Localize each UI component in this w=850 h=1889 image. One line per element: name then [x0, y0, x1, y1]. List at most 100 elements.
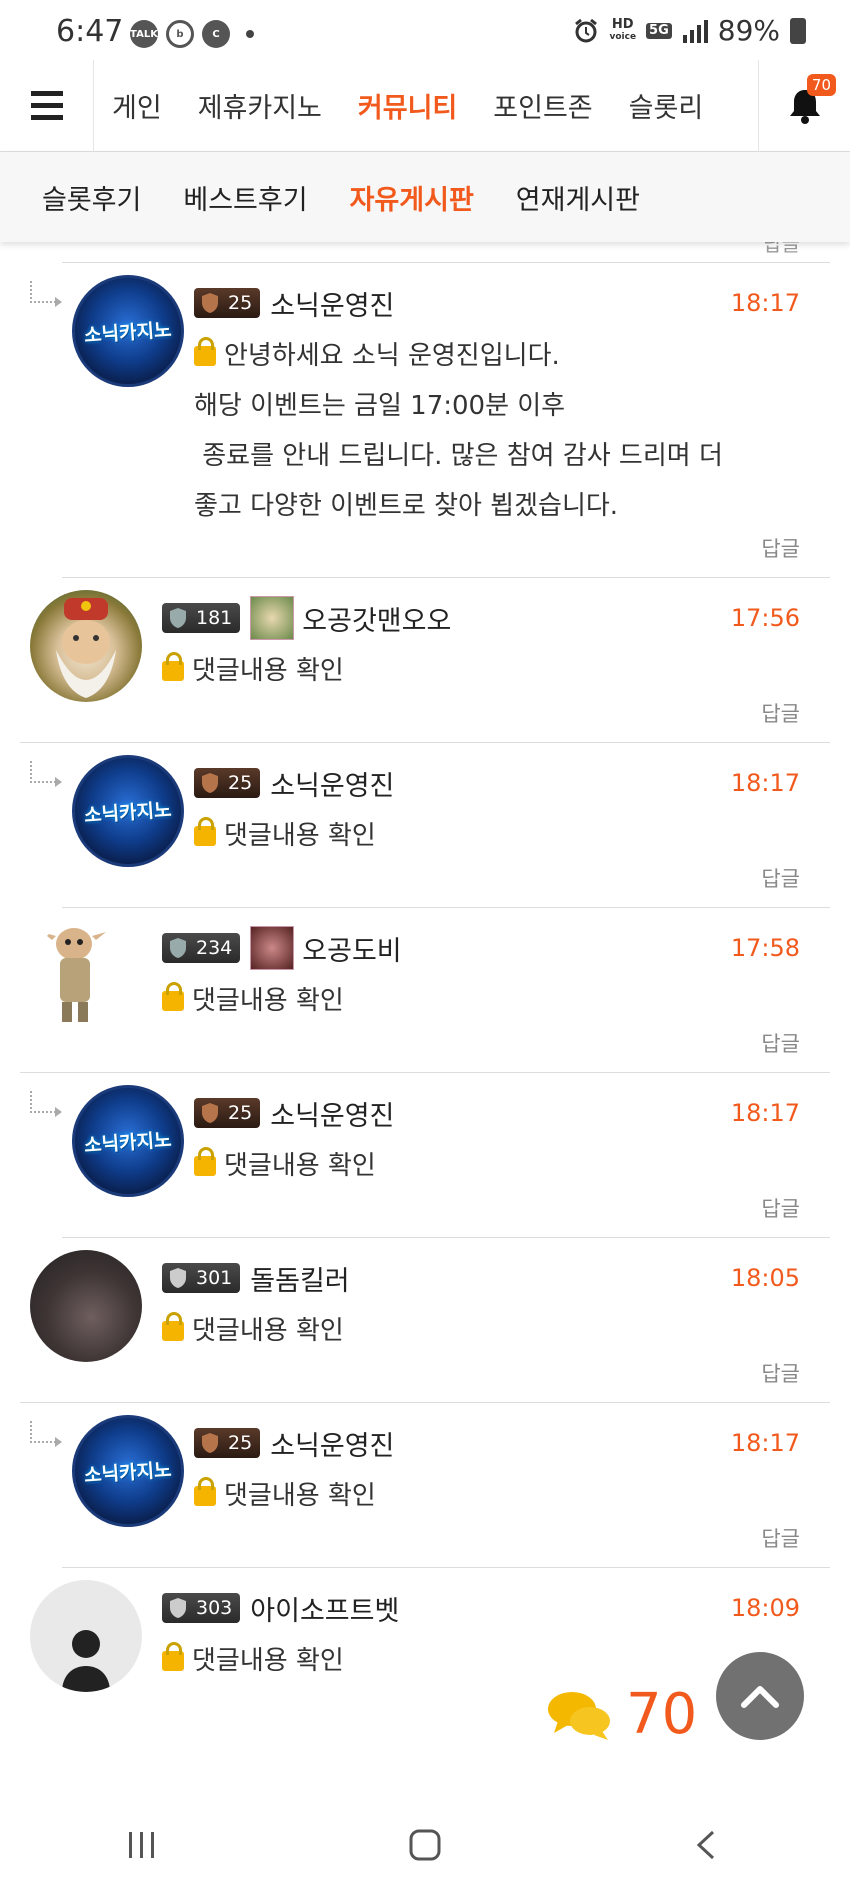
comment-body: 댓글내용 확인 [162, 976, 806, 1026]
level-badge: 25 [194, 1098, 261, 1128]
level-badge: 234 [162, 933, 241, 963]
notification-badge: 70 [806, 73, 836, 96]
sonic-casino-avatar[interactable]: 소닉카지노 [72, 1415, 184, 1527]
top-nav-items: 게인 제휴카지노 커뮤니티 포인트존 슬롯리 [94, 60, 758, 152]
level-badge: 303 [162, 1593, 241, 1623]
username[interactable]: 소닉운영진 [270, 1424, 394, 1463]
comment-body: 댓글내용 확인 [194, 1141, 806, 1191]
sub-nav: 슬롯후기 베스트후기 자유게시판 연재게시판 [0, 152, 850, 242]
comment-reply: 소닉카지노 25 소닉운영진 18:17 댓글내용 확인 답글 [30, 743, 830, 908]
top-nav: 게인 제휴카지노 커뮤니티 포인트존 슬롯리 70 [0, 59, 850, 152]
reply-arrow-icon [30, 1091, 62, 1117]
level-badge: 25 [194, 768, 261, 798]
user-emblem-image [250, 596, 295, 640]
lock-icon [194, 337, 216, 366]
comment-item: 181 오공갓맨오오 17:56 댓글내용 확인 답글 [20, 578, 830, 743]
nav-item-community[interactable]: 커뮤니티 [358, 86, 457, 125]
recent-apps-icon[interactable] [125, 1828, 159, 1862]
reply-arrow-icon [30, 761, 62, 787]
reply-link[interactable]: 답글 [194, 1191, 806, 1237]
subnav-free-board[interactable]: 자유게시판 [350, 178, 474, 217]
comment-item: 234 오공도비 17:58 댓글내용 확인 답글 [20, 908, 830, 1073]
status-right-icons: HD voice 5G 89% [573, 14, 806, 47]
comment-list: 소닉카지노 25 소닉운영진 18:17 안녕하세요 소닉 운영진입니다. 해당… [0, 263, 850, 1692]
nav-item-slot[interactable]: 슬롯리 [629, 86, 704, 125]
hd-voice-icon: HD voice [609, 16, 637, 42]
reply-link[interactable]: 답글 [162, 696, 806, 742]
username[interactable]: 아이소프트벳 [250, 1589, 399, 1628]
username[interactable]: 돌돔킬러 [250, 1259, 349, 1298]
comment-count-button[interactable]: 70 [546, 1682, 697, 1747]
level-badge: 25 [194, 288, 261, 318]
comment-time: 18:17 [730, 289, 800, 317]
status-bar: 6:47 TALK b C HD voice 5G 89% [0, 0, 850, 64]
battery-icon [790, 17, 806, 44]
comment-time: 17:56 [730, 604, 800, 632]
comment-time: 18:17 [730, 769, 800, 797]
username[interactable]: 소닉운영진 [270, 764, 394, 803]
username[interactable]: 소닉운영진 [270, 1094, 394, 1133]
reply-link[interactable]: 답글 [194, 861, 806, 907]
comment-time: 18:17 [730, 1429, 800, 1457]
comment-reply: 소닉카지노 25 소닉운영진 18:17 댓글내용 확인 답글 [30, 1073, 830, 1238]
goblin-avatar[interactable] [30, 920, 142, 1032]
comment-item: 303 아이소프트벳 18:09 댓글내용 확인 [20, 1568, 830, 1692]
comment-body: 댓글내용 확인 [162, 1636, 806, 1686]
nav-item-game[interactable]: 게인 [112, 86, 162, 125]
reply-arrow-icon [30, 281, 62, 307]
dot-icon [246, 30, 254, 38]
comment-time: 18:09 [730, 1594, 800, 1622]
reply-link[interactable]: 답글 [194, 1521, 806, 1567]
wizard-avatar[interactable] [30, 590, 142, 702]
lock-icon [162, 1312, 184, 1341]
lock-icon [162, 982, 184, 1011]
home-icon[interactable] [408, 1828, 442, 1862]
subnav-best-review[interactable]: 베스트후기 [183, 178, 307, 217]
lock-icon [162, 652, 184, 681]
username[interactable]: 오공갓맨오오 [302, 599, 451, 638]
comment-body: 댓글내용 확인 [162, 1306, 806, 1356]
reply-link[interactable]: 답글 [194, 531, 806, 577]
menu-icon[interactable] [0, 59, 94, 152]
comment-item: 301 돌돔킬러 18:05 댓글내용 확인 답글 [20, 1238, 830, 1403]
nav-item-partner-casino[interactable]: 제휴카지노 [198, 86, 322, 125]
scroll-top-button[interactable] [716, 1652, 804, 1740]
nav-item-point-zone[interactable]: 포인트존 [493, 86, 592, 125]
default-user-avatar[interactable] [30, 1580, 142, 1692]
lock-icon [162, 1642, 184, 1671]
sonic-casino-avatar[interactable]: 소닉카지노 [72, 275, 184, 387]
system-nav-bar [0, 1800, 850, 1889]
status-app-icons: TALK b C [130, 20, 254, 48]
notification-button[interactable]: 70 [758, 59, 850, 152]
sonic-casino-avatar[interactable]: 소닉카지노 [72, 1085, 184, 1197]
sonic-casino-avatar[interactable]: 소닉카지노 [72, 755, 184, 867]
level-badge: 25 [194, 1428, 261, 1458]
speech-bubbles-icon [548, 1691, 610, 1740]
level-badge: 181 [162, 603, 241, 633]
rat-avatar[interactable] [30, 1250, 142, 1362]
level-badge: 301 [162, 1263, 241, 1293]
username[interactable]: 소닉운영진 [270, 284, 394, 323]
reply-arrow-icon [30, 1421, 62, 1447]
comment-time: 17:58 [730, 934, 800, 962]
comment-body: 댓글내용 확인 [194, 1471, 806, 1521]
lock-icon [194, 1147, 216, 1176]
comment-time: 18:05 [730, 1264, 800, 1292]
username[interactable]: 오공도비 [302, 929, 401, 968]
comment-body: 댓글내용 확인 [194, 811, 806, 861]
c-app-icon: C [202, 20, 230, 48]
comment-body: 안녕하세요 소닉 운영진입니다. 해당 이벤트는 금일 17:00분 이후 종료… [194, 337, 723, 521]
subnav-serial-board[interactable]: 연재게시판 [516, 178, 640, 217]
subnav-slot-review[interactable]: 슬롯후기 [42, 178, 141, 217]
reply-link[interactable]: 답글 [162, 1356, 806, 1402]
back-icon[interactable] [691, 1828, 725, 1862]
comment-reply: 소닉카지노 25 소닉운영진 18:17 댓글내용 확인 답글 [30, 1403, 830, 1568]
alarm-icon [575, 18, 598, 42]
chevron-up-icon [741, 1686, 779, 1708]
user-emblem-image [250, 926, 295, 970]
comment-count: 70 [626, 1682, 698, 1747]
band-icon: b [166, 20, 194, 48]
battery-percent: 89% [717, 14, 780, 47]
comment-reply: 소닉카지노 25 소닉운영진 18:17 안녕하세요 소닉 운영진입니다. 해당… [30, 263, 830, 578]
reply-link[interactable]: 답글 [162, 1026, 806, 1072]
